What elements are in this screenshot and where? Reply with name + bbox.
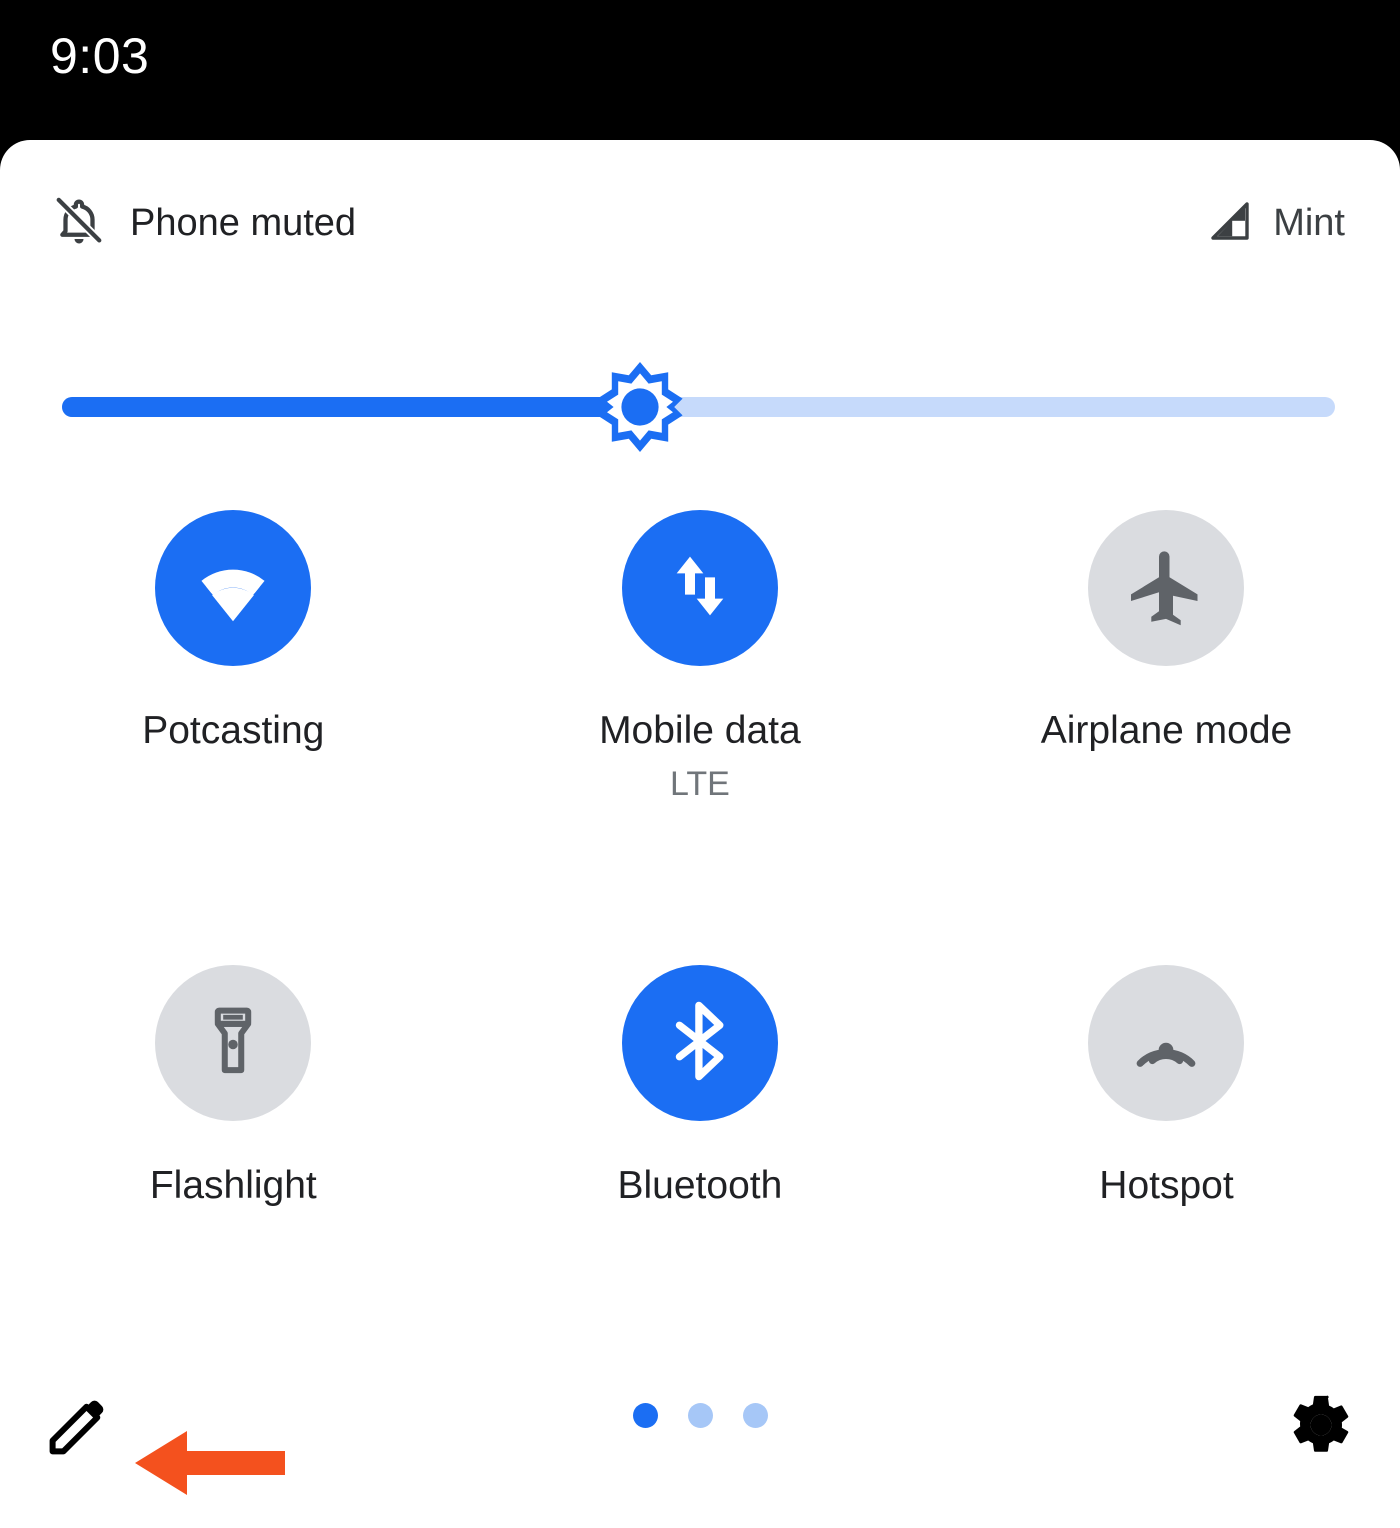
signal-strength-icon [1207, 197, 1255, 250]
tile-icon-background [155, 965, 311, 1121]
tile-hotspot[interactable]: Hotspot [933, 965, 1400, 1265]
carrier-name-label: Mint [1273, 202, 1345, 245]
airplane-icon [1124, 544, 1208, 633]
quick-settings-header: Phone muted Mint [0, 188, 1400, 258]
tile-row: Potcasting Mobile data [0, 510, 1400, 965]
gear-icon [1286, 1390, 1356, 1465]
page-dot-1[interactable] [633, 1403, 658, 1428]
tile-label: Hotspot [1099, 1163, 1233, 1209]
tile-label: Airplane mode [1041, 708, 1292, 754]
hotspot-icon [1124, 999, 1208, 1088]
carrier-status[interactable]: Mint [1207, 188, 1345, 258]
status-bar-clock: 9:03 [50, 26, 149, 86]
quick-settings-tile-grid: Potcasting Mobile data [0, 510, 1400, 1265]
tile-label: Flashlight [150, 1163, 317, 1209]
tile-label: Mobile data [599, 708, 801, 754]
tile-mobile-data[interactable]: Mobile data LTE [467, 510, 934, 965]
flashlight-icon [195, 1003, 271, 1084]
tile-icon-background [1088, 510, 1244, 666]
tile-label: Bluetooth [617, 1163, 782, 1209]
phone-muted-label: Phone muted [130, 202, 356, 245]
page-dot-2[interactable] [688, 1403, 713, 1428]
android-quick-settings-screen: 9:03 Phone muted [0, 0, 1400, 1528]
tile-icon-background [1088, 965, 1244, 1121]
tile-row: Flashlight Bluetooth [0, 965, 1400, 1265]
wifi-icon [189, 542, 277, 635]
page-indicator [0, 1403, 1400, 1428]
tile-label: Potcasting [142, 708, 324, 754]
brightness-slider-thumb[interactable] [592, 359, 688, 455]
tile-sublabel: LTE [670, 764, 730, 804]
quick-settings-footer [0, 1338, 1400, 1528]
tile-icon-background [622, 510, 778, 666]
bluetooth-icon [656, 997, 744, 1090]
tile-airplane-mode[interactable]: Airplane mode [933, 510, 1400, 965]
tile-wifi[interactable]: Potcasting [0, 510, 467, 965]
phone-muted-status[interactable]: Phone muted [52, 188, 356, 258]
quick-settings-panel: Phone muted Mint [0, 140, 1400, 1528]
tile-bluetooth[interactable]: Bluetooth [467, 965, 934, 1265]
bell-off-icon [52, 194, 106, 253]
brightness-slider-fill [62, 397, 640, 417]
page-dot-3[interactable] [743, 1403, 768, 1428]
brightness-slider[interactable] [0, 352, 1400, 462]
brightness-sun-icon [621, 388, 658, 425]
tile-flashlight[interactable]: Flashlight [0, 965, 467, 1265]
status-bar: 9:03 [0, 0, 1400, 140]
mobile-data-icon [660, 546, 740, 631]
tile-icon-background [622, 965, 778, 1121]
tile-icon-background [155, 510, 311, 666]
open-settings-button[interactable] [1284, 1390, 1358, 1464]
